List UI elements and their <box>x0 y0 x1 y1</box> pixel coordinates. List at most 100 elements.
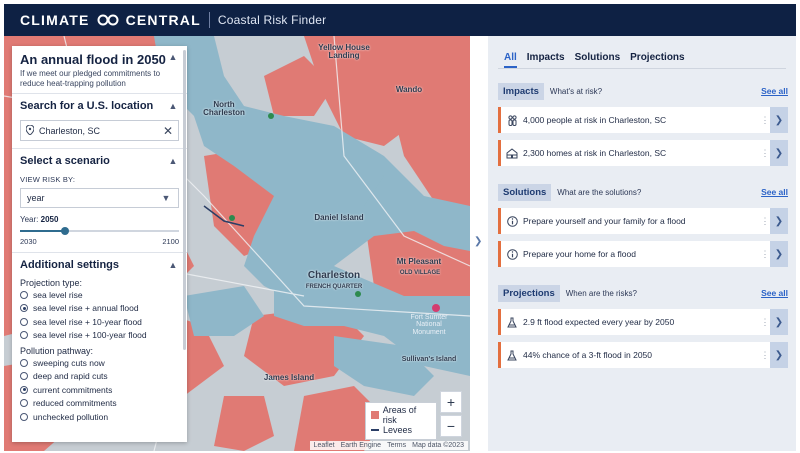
map-label-yellow-house: Yellow House Landing <box>318 43 370 61</box>
scenario-panel: An annual flood in 2050 ▲ If we meet our… <box>12 46 187 442</box>
chevron-right-icon[interactable]: ❯ <box>770 140 788 166</box>
panel-scrollbar[interactable] <box>183 50 186 350</box>
risk-swatch-icon <box>371 410 379 419</box>
projection-type-option[interactable]: sea level rise + 100-year flood <box>20 329 179 343</box>
tab-projections[interactable]: Projections <box>630 52 684 68</box>
view-risk-label: VIEW RISK BY: <box>20 175 76 185</box>
pollution-pathway-option[interactable]: current commitments <box>20 383 179 397</box>
zoom-out-button[interactable]: − <box>440 415 462 437</box>
zoom-in-button[interactable]: + <box>440 391 462 413</box>
result-card[interactable]: 44% chance of a 3-ft flood in 2050 ⋮ ❯ <box>498 342 788 368</box>
radio-button[interactable] <box>20 358 28 367</box>
homes-icon <box>501 147 523 159</box>
chevron-right-icon[interactable]: ❯ <box>770 107 788 133</box>
map-label-north-charleston: North Charleston <box>203 100 245 118</box>
attrib-map-data: Map data ©2023 <box>412 442 464 449</box>
attrib-terms[interactable]: Terms <box>387 442 406 449</box>
chevron-right-icon[interactable]: ❯ <box>770 241 788 267</box>
more-options-icon[interactable]: ⋮ <box>760 115 770 126</box>
projection-type-option[interactable]: sea level rise <box>20 288 179 302</box>
radio-button[interactable] <box>20 372 28 381</box>
see-all-link[interactable]: See all <box>761 187 788 197</box>
radio-button[interactable] <box>20 412 28 421</box>
chevron-up-icon[interactable]: ▲ <box>167 101 179 111</box>
chevron-right-icon[interactable]: ❯ <box>770 342 788 368</box>
section-pill: Impacts <box>498 82 544 100</box>
pollution-pathway-option[interactable]: unchecked pollution <box>20 410 179 424</box>
see-all-link[interactable]: See all <box>761 288 788 298</box>
location-search-input[interactable] <box>39 125 158 136</box>
pollution-pathway-label: Pollution pathway: <box>20 346 94 357</box>
radio-button[interactable] <box>20 290 28 299</box>
section-pill: Solutions <box>498 183 552 201</box>
section-header-projections: Projections When are the risks? See all <box>498 283 788 303</box>
result-card[interactable]: Prepare your home for a flood ⋮ ❯ <box>498 241 788 267</box>
attrib-leaflet[interactable]: Leaflet <box>314 442 335 449</box>
pollution-pathway-option[interactable]: sweeping cuts now <box>20 356 179 370</box>
chevron-up-icon[interactable]: ▲ <box>167 260 179 270</box>
pollution-pathway-option[interactable]: deep and rapid cuts <box>20 370 179 384</box>
map-label-wando: Wando <box>395 85 423 94</box>
radio-button[interactable] <box>20 317 28 326</box>
tab-solutions[interactable]: Solutions <box>575 52 621 68</box>
flask-icon <box>501 317 523 328</box>
projection-type-label: Projection type: <box>20 278 83 289</box>
scenario-section-title: Select a scenario <box>20 155 110 168</box>
pollution-pathway-options: sweeping cuts now deep and rapid cuts curr… <box>20 356 179 424</box>
chevron-right-icon[interactable]: ❯ <box>770 309 788 335</box>
pollution-pathway-option-label: current commitments <box>33 384 113 395</box>
clear-search-icon[interactable]: ✕ <box>163 124 173 138</box>
projection-type-option-label: sea level rise + 100-year flood <box>33 330 147 341</box>
slider-max-label: 2100 <box>162 237 179 247</box>
tab-impacts[interactable]: Impacts <box>527 52 565 68</box>
header-divider <box>208 12 210 28</box>
settings-section-title: Additional settings <box>20 259 119 272</box>
collapse-panel-arrow-icon[interactable]: ❯ <box>474 236 482 247</box>
park-marker-icon[interactable] <box>268 113 274 119</box>
more-options-icon[interactable]: ⋮ <box>760 249 770 260</box>
card-text: 44% chance of a 3-ft flood in 2050 <box>523 350 653 360</box>
result-card[interactable]: Prepare yourself and your family for a f… <box>498 208 788 234</box>
radio-button[interactable] <box>20 331 28 340</box>
panel-subtitle: If we meet our pledged commitments to re… <box>20 69 161 88</box>
chevron-up-icon[interactable]: ▲ <box>167 52 179 62</box>
result-card[interactable]: 4,000 people at risk in Charleston, SC ⋮ ❯ <box>498 107 788 133</box>
slider-min-label: 2030 <box>20 237 37 247</box>
more-options-icon[interactable]: ⋮ <box>760 216 770 227</box>
brand[interactable]: CLIMATE CENTRAL <box>20 12 201 28</box>
year-slider[interactable] <box>20 226 179 236</box>
app-header: CLIMATE CENTRAL Coastal Risk Finder <box>4 4 796 36</box>
radio-button[interactable] <box>20 385 28 394</box>
location-pin-icon <box>25 124 35 137</box>
projection-type-option[interactable]: sea level rise + 10-year flood <box>20 315 179 329</box>
poi-marker-icon[interactable] <box>432 304 440 312</box>
result-card[interactable]: 2.9 ft flood expected every year by 2050… <box>498 309 788 335</box>
more-options-icon[interactable]: ⋮ <box>760 148 770 159</box>
card-text: Prepare yourself and your family for a f… <box>523 216 686 226</box>
section-pill: Projections <box>498 284 560 302</box>
radio-button[interactable] <box>20 399 28 408</box>
radio-button[interactable] <box>20 304 28 313</box>
attrib-earth-engine[interactable]: Earth Engine <box>341 442 381 449</box>
legend-risk-label: Areas of risk <box>382 404 417 425</box>
chevron-up-icon[interactable]: ▲ <box>167 156 179 166</box>
projection-type-option[interactable]: sea level rise + annual flood <box>20 302 179 316</box>
location-search[interactable]: ✕ <box>20 120 179 142</box>
result-card[interactable]: 2,300 homes at risk in Charleston, SC ⋮ ❯ <box>498 140 788 166</box>
tab-all[interactable]: All <box>504 52 517 68</box>
chevron-down-icon: ▼ <box>161 193 171 204</box>
brand-left-text: CLIMATE <box>20 12 90 28</box>
map-label-fort-sumter: Fort Sumter National Monument <box>410 314 448 336</box>
chevron-right-icon[interactable]: ❯ <box>770 208 788 234</box>
more-options-icon[interactable]: ⋮ <box>760 350 770 361</box>
park-marker-icon[interactable] <box>229 215 235 221</box>
more-options-icon[interactable]: ⋮ <box>760 317 770 328</box>
brand-right-text: CENTRAL <box>125 12 201 28</box>
park-marker-icon[interactable] <box>355 291 361 297</box>
slider-thumb[interactable] <box>61 227 70 236</box>
pollution-pathway-option[interactable]: reduced commitments <box>20 397 179 411</box>
divider <box>12 93 187 95</box>
infinity-logo-icon <box>96 14 120 26</box>
view-risk-select[interactable]: year ▼ <box>20 188 179 209</box>
see-all-link[interactable]: See all <box>761 86 788 96</box>
